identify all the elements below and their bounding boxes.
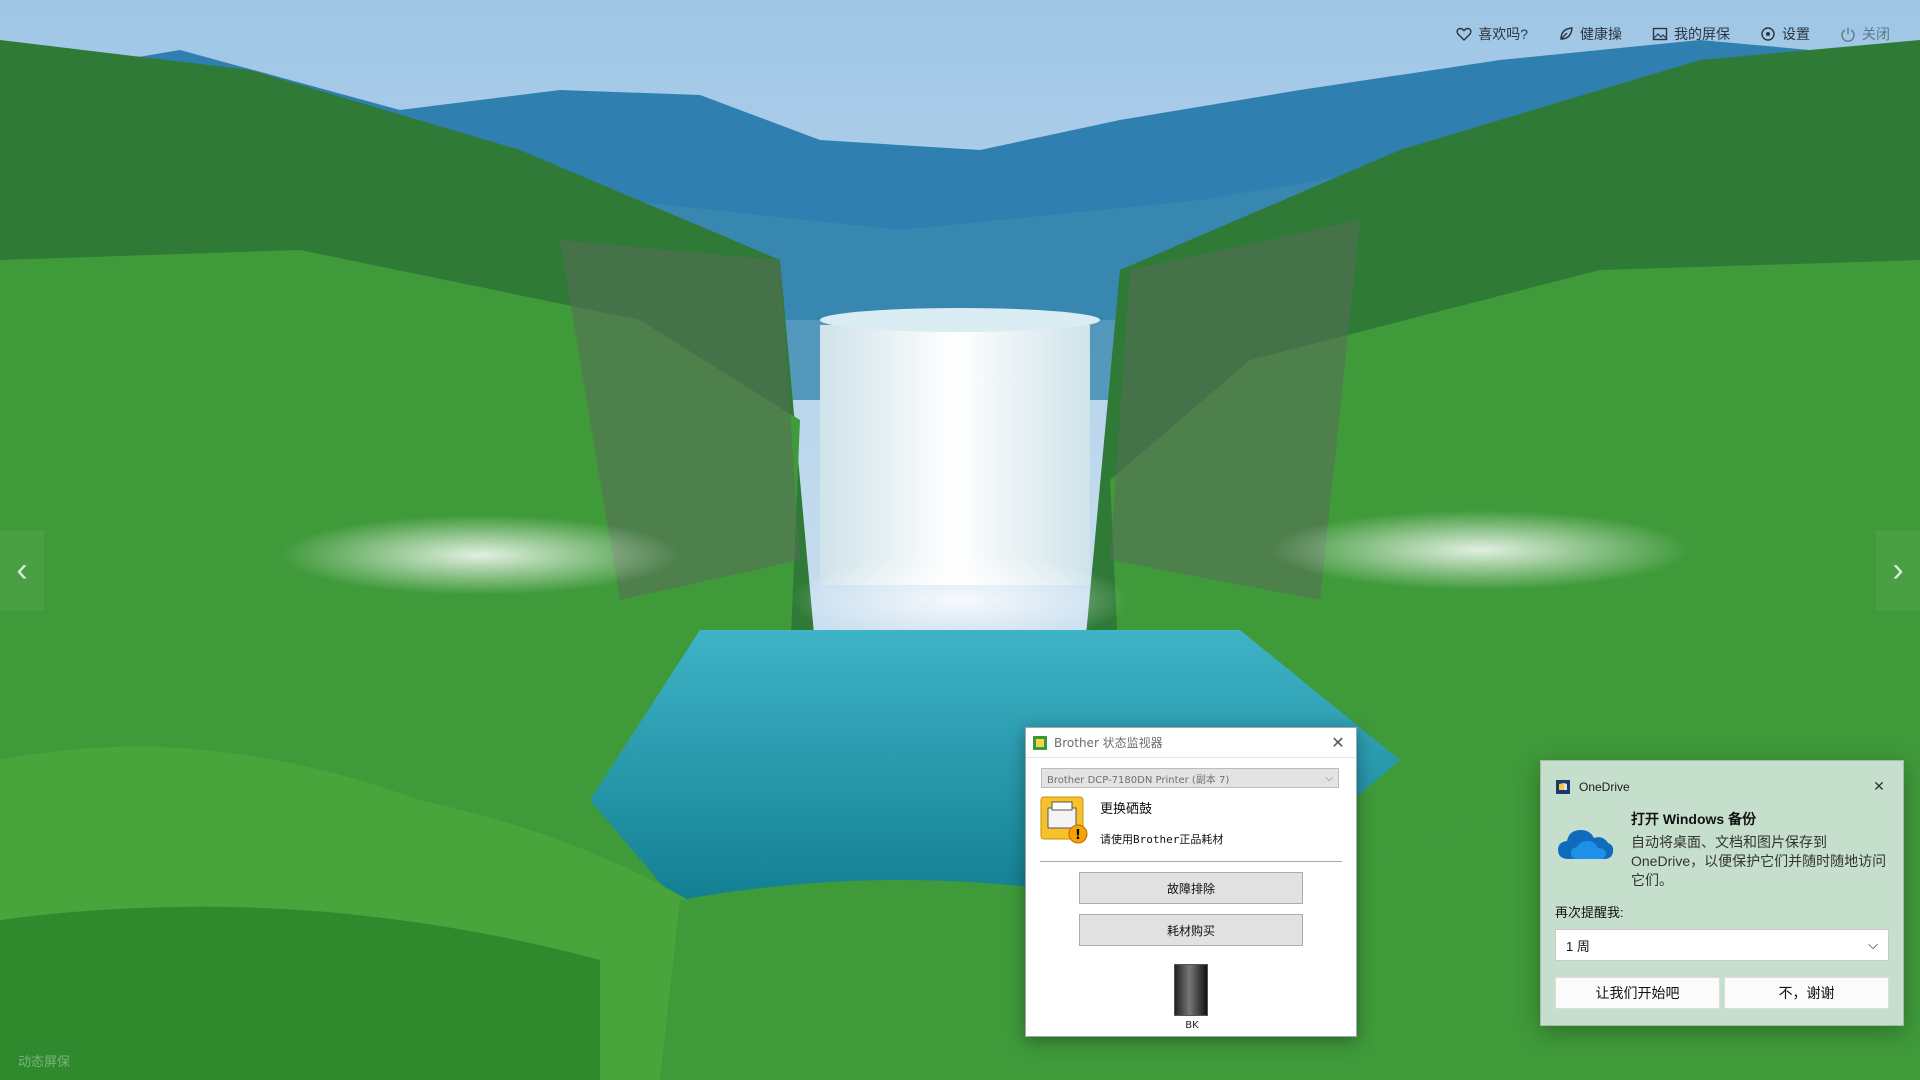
next-image-arrow[interactable]: ›	[1876, 530, 1920, 610]
remind-interval-dropdown[interactable]: 1 周 ⌵	[1555, 929, 1889, 961]
printer-select-dropdown[interactable]: Brother DCP-7180DN Printer (副本 7) ⌵	[1041, 768, 1339, 788]
troubleshoot-button[interactable]: 故障排除	[1079, 872, 1303, 904]
gear-icon	[1761, 27, 1775, 41]
toast-close-button[interactable]: ✕	[1869, 778, 1889, 795]
screensaver-toolbar: 喜欢吗? 健康操 我的屏保 设置 关闭	[1456, 24, 1890, 44]
toast-app-name: OneDrive	[1579, 779, 1630, 794]
toolbar-close-label: 关闭	[1862, 26, 1890, 42]
status-headline: 更换硒鼓	[1100, 802, 1153, 817]
printer-warning-icon: !	[1040, 796, 1088, 844]
toolbar-settings-label: 设置	[1782, 26, 1810, 42]
toolbar-my-screensaver-button[interactable]: 我的屏保	[1652, 24, 1730, 44]
toner-level-bar	[1174, 964, 1208, 1016]
brother-titlebar: Brother 状态监视器 ✕	[1026, 728, 1356, 758]
purchase-supplies-button[interactable]: 耗材购买	[1079, 914, 1303, 946]
toast-heading: 打开 Windows 备份	[1631, 811, 1757, 827]
onedrive-notification: OneDrive ✕ 打开 Windows 备份 自动将桌面、文档和图片保存到 …	[1540, 760, 1904, 1026]
toast-body: 打开 Windows 备份 自动将桌面、文档和图片保存到 OneDrive，以便…	[1541, 795, 1903, 890]
brother-divider	[1040, 861, 1342, 862]
remind-interval-value: 1 周	[1566, 938, 1590, 954]
chevron-down-icon: ⌵	[1325, 772, 1333, 784]
toast-actions: 让我们开始吧 不，谢谢	[1555, 977, 1889, 1009]
toolbar-settings-button[interactable]: 设置	[1760, 24, 1810, 44]
toner-color-label: BK	[1185, 1020, 1199, 1031]
brother-window-title: Brother 状态监视器	[1054, 736, 1163, 750]
screensaver-watermark: 动态屏保	[18, 1054, 71, 1069]
power-icon	[1841, 27, 1855, 42]
toolbar-healthy-label: 健康操	[1580, 26, 1622, 42]
onedrive-app-icon	[1556, 779, 1570, 794]
heart-icon	[1456, 27, 1472, 41]
brother-status-monitor-window: Brother 状态监视器 ✕ Brother DCP-7180DN Print…	[1025, 727, 1357, 1037]
get-started-button[interactable]: 让我们开始吧	[1555, 977, 1720, 1009]
brother-close-button[interactable]: ✕	[1326, 731, 1350, 755]
brother-app-icon	[1033, 735, 1047, 750]
svg-text:!: !	[1075, 828, 1081, 843]
previous-image-arrow[interactable]: ‹	[0, 530, 44, 610]
toolbar-like-label: 喜欢吗?	[1478, 26, 1528, 42]
image-icon	[1652, 27, 1668, 41]
printer-status-area: ! 更换硒鼓 请使用Brother正品耗材	[1040, 796, 1356, 847]
remind-me-label: 再次提醒我:	[1555, 905, 1624, 920]
toast-message: 自动将桌面、文档和图片保存到 OneDrive，以便保护它们并随时随地访问它们。	[1631, 834, 1887, 888]
leaf-icon	[1560, 27, 1573, 40]
toolbar-like-button[interactable]: 喜欢吗?	[1456, 24, 1528, 44]
toolbar-healthy-button[interactable]: 健康操	[1558, 24, 1622, 44]
no-thanks-button[interactable]: 不，谢谢	[1724, 977, 1889, 1009]
toast-header: OneDrive ✕	[1541, 761, 1903, 795]
toolbar-close-button[interactable]: 关闭	[1840, 24, 1890, 44]
onedrive-cloud-icon	[1558, 830, 1614, 859]
chevron-down-icon: ⌵	[1868, 937, 1878, 952]
toolbar-my-screensaver-label: 我的屏保	[1674, 26, 1730, 42]
status-message: 请使用Brother正品耗材	[1100, 833, 1224, 846]
printer-select-value: Brother DCP-7180DN Printer (副本 7)	[1047, 774, 1230, 786]
